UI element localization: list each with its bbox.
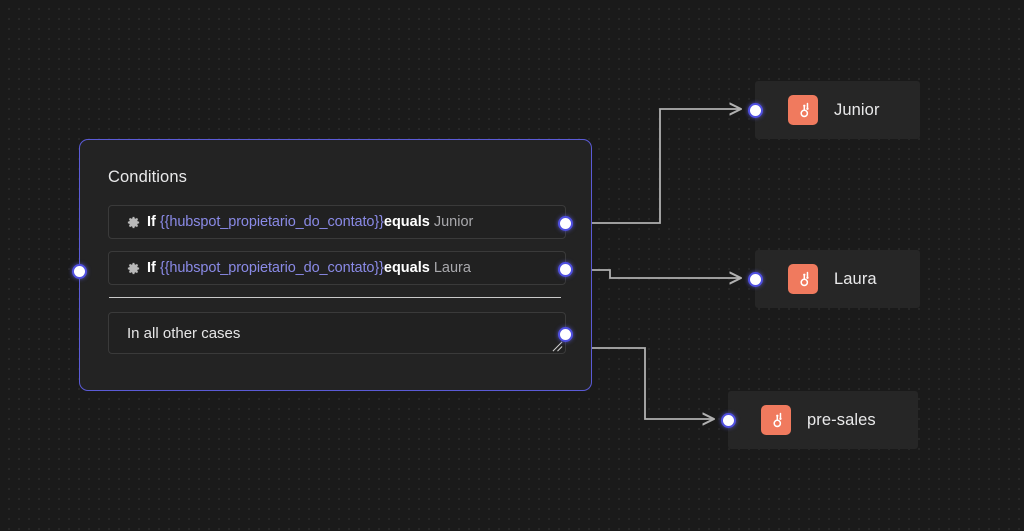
condition-if-label: If — [147, 213, 160, 230]
gear-icon — [127, 262, 140, 274]
gear-icon — [127, 216, 140, 228]
condition-operator: equals — [383, 259, 430, 276]
target-node-label: pre-sales — [807, 410, 876, 429]
resize-grip-icon[interactable] — [552, 341, 563, 352]
target-node-laura[interactable]: Laura — [747, 250, 920, 308]
hubspot-icon — [788, 95, 818, 125]
condition-variable: {{hubspot_propietario_do_contato}} — [159, 259, 384, 276]
condition-value: Laura — [429, 259, 471, 276]
conditions-node-title: Conditions — [108, 168, 187, 186]
flow-canvas[interactable]: Conditions If {{hubspot_propietario_do_c… — [0, 0, 1024, 531]
divider — [109, 297, 561, 298]
condition-text: If {{hubspot_propietario_do_contato}}equ… — [147, 215, 473, 230]
target-node-label: Laura — [834, 269, 877, 288]
edge-condition-1-to-junior — [567, 109, 741, 224]
condition-output-handle[interactable] — [557, 261, 573, 277]
target-node-junior[interactable]: Junior — [747, 81, 920, 139]
target-node-input-handle[interactable] — [747, 271, 763, 287]
condition-if-label: If — [147, 259, 160, 276]
conditions-node[interactable]: Conditions If {{hubspot_propietario_do_c… — [71, 139, 592, 391]
hubspot-icon — [761, 405, 791, 435]
condition-value: Junior — [429, 213, 474, 230]
target-node-label: Junior — [834, 100, 880, 119]
condition-operator: equals — [383, 213, 430, 230]
fallback-label: In all other cases — [127, 324, 241, 342]
condition-output-handle[interactable] — [557, 215, 573, 231]
fallback-row[interactable]: In all other cases — [108, 312, 573, 354]
condition-row[interactable]: If {{hubspot_propietario_do_contato}}equ… — [108, 251, 573, 285]
condition-row[interactable]: If {{hubspot_propietario_do_contato}}equ… — [108, 205, 573, 239]
target-node-input-handle[interactable] — [747, 102, 763, 118]
conditions-node-input-handle[interactable] — [71, 264, 87, 279]
hubspot-icon — [788, 264, 818, 294]
fallback-output-handle[interactable] — [557, 326, 573, 342]
condition-text: If {{hubspot_propietario_do_contato}}equ… — [147, 261, 471, 276]
edge-condition-2-to-laura — [567, 269, 741, 278]
target-node-input-handle[interactable] — [720, 412, 736, 428]
target-node-pre-sales[interactable]: pre-sales — [720, 391, 918, 449]
condition-variable: {{hubspot_propietario_do_contato}} — [159, 213, 384, 230]
